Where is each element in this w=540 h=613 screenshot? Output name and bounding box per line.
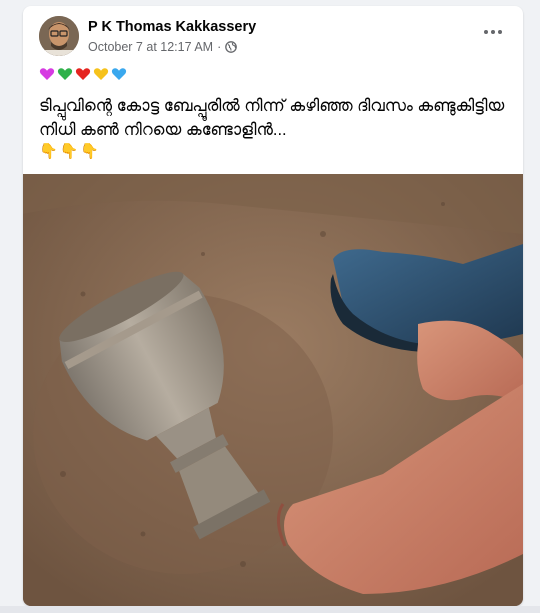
author-name[interactable]: P K Thomas Kakkassery <box>88 19 256 35</box>
heart-emoji-row <box>39 66 127 86</box>
pointing-down-emoji-row: 👇 👇 👇 <box>39 142 99 160</box>
post-card: P K Thomas Kakkassery October 7 at 12:17… <box>23 6 523 606</box>
more-options-icon[interactable] <box>479 22 507 42</box>
blue-heart-icon <box>111 68 127 80</box>
red-heart-icon <box>75 68 91 80</box>
post-meta: October 7 at 12:17 AM · <box>88 40 238 54</box>
post-text: ടിപ്പുവിന്റെ കോട്ട ബേപ്പൂരിൽ നിന്ന് കഴിഞ… <box>39 97 505 139</box>
author-avatar[interactable] <box>39 16 79 56</box>
post-header: P K Thomas Kakkassery October 7 at 12:17… <box>39 16 507 60</box>
globe-icon <box>225 41 238 53</box>
purple-heart-icon <box>39 68 55 80</box>
bottom-toolbar-strip <box>0 606 540 613</box>
meta-separator: · <box>217 40 222 54</box>
post-photo-image[interactable] <box>23 174 523 606</box>
pointing-down-icon: 👇 <box>39 143 58 160</box>
pointing-down-icon: 👇 <box>59 143 79 160</box>
post-timestamp[interactable]: October 7 at 12:17 AM <box>88 40 213 54</box>
green-heart-icon <box>57 68 73 80</box>
yellow-heart-icon <box>93 68 109 80</box>
pointing-down-icon: 👇 <box>80 143 100 160</box>
